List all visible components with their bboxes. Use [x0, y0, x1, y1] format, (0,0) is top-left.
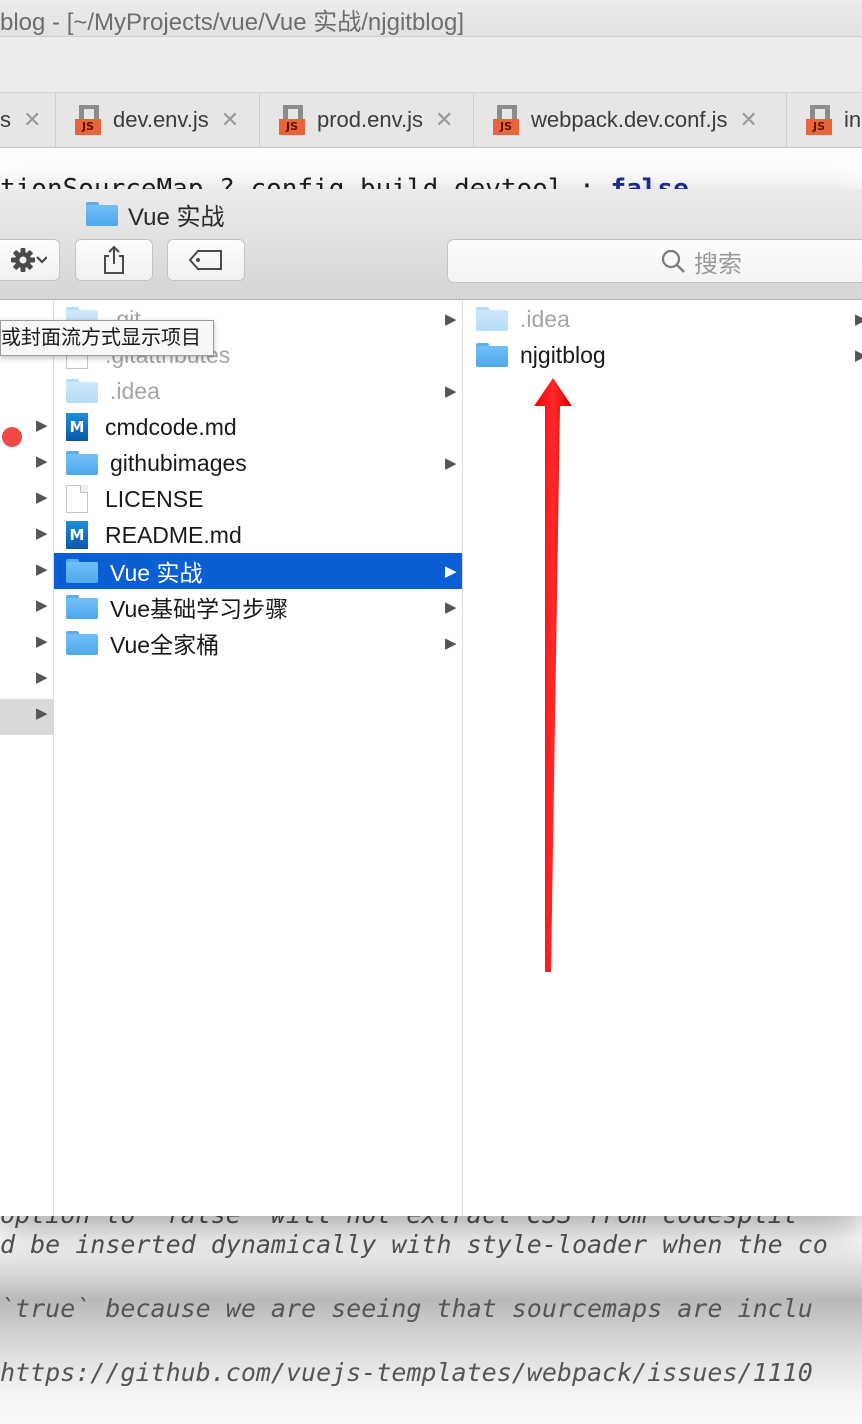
disclosure-arrow-icon[interactable]: ▶: [855, 310, 862, 328]
markdown-file-icon: M: [66, 413, 88, 441]
gear-icon: [11, 248, 47, 272]
disclosure-arrow-icon[interactable]: ▶: [36, 488, 48, 506]
ide-toolbar: [0, 37, 862, 93]
disclosure-arrow-icon[interactable]: ▶: [445, 310, 457, 328]
list-item-vue-shizhan[interactable]: Vue 实战 ▶: [54, 553, 462, 589]
disclosure-arrow-icon[interactable]: ▶: [445, 562, 457, 580]
finder-path-title[interactable]: Vue 实战: [86, 199, 225, 231]
code-comment-line: `true` because we are seeing that source…: [0, 1294, 813, 1323]
js-file-icon: JS: [493, 105, 519, 135]
ide-window-title-bar: blog - [~/MyProjects/vue/Vue 实战/njgitblo…: [0, 0, 862, 37]
search-placeholder: 搜索: [694, 250, 742, 278]
code-editor-bottom[interactable]: option to `false` will not extract CSS f…: [0, 1190, 862, 1424]
markdown-file-icon: M: [66, 521, 88, 549]
red-tag-dot: [2, 427, 22, 447]
disclosure-arrow-icon[interactable]: ▶: [445, 454, 457, 472]
file-icon: [66, 485, 88, 513]
disclosure-arrow-icon[interactable]: ▶: [36, 632, 48, 650]
list-item-readme[interactable]: M README.md: [54, 517, 462, 553]
tag-button[interactable]: [167, 239, 245, 281]
folder-icon: [66, 451, 98, 475]
code-editor-top[interactable]: tionSourceMap ? config.build.devtool : f…: [0, 148, 862, 192]
list-item-idea[interactable]: .idea ▶: [54, 373, 462, 409]
disclosure-arrow-icon[interactable]: ▶: [36, 452, 48, 470]
folder-icon: [476, 343, 508, 367]
folder-icon: [66, 379, 98, 403]
disclosure-arrow-icon[interactable]: ▶: [36, 704, 48, 722]
close-icon[interactable]: ✕: [739, 107, 757, 133]
folder-icon: [86, 202, 118, 226]
list-item-njgitblog[interactable]: njgitblog ▶: [463, 337, 862, 373]
disclosure-arrow-icon[interactable]: ▶: [445, 634, 457, 652]
list-item-githubimages[interactable]: githubimages ▶: [54, 445, 462, 481]
folder-icon: [66, 631, 98, 655]
js-file-icon: JS: [75, 105, 101, 135]
disclosure-arrow-icon[interactable]: ▶: [36, 596, 48, 614]
share-button[interactable]: [75, 239, 153, 281]
list-item-vue-family[interactable]: Vue全家桶 ▶: [54, 625, 462, 661]
search-icon: [661, 249, 685, 273]
finder-header: Vue 实战 搜索: [0, 189, 862, 300]
tab-label: webpack.dev.conf.js: [531, 107, 728, 132]
list-item-cmdcode[interactable]: M cmdcode.md: [54, 409, 462, 445]
close-icon[interactable]: ✕: [221, 107, 239, 133]
action-menu-button[interactable]: [0, 239, 60, 281]
disclosure-arrow-icon[interactable]: ▶: [36, 524, 48, 542]
folder-icon: [66, 559, 98, 583]
finder-title-label: Vue 实战: [128, 203, 225, 231]
disclosure-arrow-icon[interactable]: ▶: [855, 346, 862, 364]
search-field[interactable]: 搜索: [447, 239, 862, 283]
disclosure-arrow-icon[interactable]: ▶: [445, 598, 457, 616]
tab-label: prod.env.js: [317, 107, 423, 132]
code-comment-line: https://github.com/vuejs-templates/webpa…: [0, 1358, 813, 1387]
editor-tab-dev-env[interactable]: JS dev.env.js ✕: [55, 93, 260, 147]
view-mode-tooltip: 或封面流方式显示项目: [0, 320, 214, 356]
list-item-vue-basics[interactable]: Vue基础学习步骤 ▶: [54, 589, 462, 625]
tab-label: inc: [844, 107, 862, 132]
close-icon[interactable]: ✕: [435, 107, 453, 133]
close-icon[interactable]: ✕: [23, 107, 41, 133]
list-item-license[interactable]: LICENSE: [54, 481, 462, 517]
tab-label: s: [0, 107, 11, 132]
editor-tab-prod-env[interactable]: JS prod.env.js ✕: [259, 93, 474, 147]
editor-tab-webpack-dev-conf[interactable]: JS webpack.dev.conf.js ✕: [473, 93, 787, 147]
editor-tab-0[interactable]: s ✕: [0, 93, 56, 147]
disclosure-arrow-icon[interactable]: ▶: [36, 416, 48, 434]
folder-icon: [66, 595, 98, 619]
folder-icon: [476, 307, 508, 331]
editor-tab-index[interactable]: JS inc: [786, 93, 862, 147]
js-file-icon: JS: [279, 105, 305, 135]
js-file-icon: JS: [806, 105, 832, 135]
chevron-down-icon: [36, 256, 47, 264]
disclosure-arrow-icon[interactable]: ▶: [36, 668, 48, 686]
disclosure-arrow-icon[interactable]: ▶: [445, 382, 457, 400]
tab-label: dev.env.js: [113, 107, 209, 132]
disclosure-arrow-icon[interactable]: ▶: [36, 560, 48, 578]
browser-column-1[interactable]: ▶ ▶ ▶ ▶ ▶ ▶ ▶ ▶ ▶: [0, 300, 54, 1216]
tag-icon: [188, 250, 222, 270]
ide-window-title: blog - [~/MyProjects/vue/Vue 实战/njgitblo…: [0, 9, 464, 36]
editor-tab-bar: s ✕ JS dev.env.js ✕ JS prod.env.js ✕ JS …: [0, 93, 862, 148]
code-comment-line: d be inserted dynamically with style-loa…: [0, 1230, 828, 1259]
list-item-idea[interactable]: .idea ▶: [463, 301, 862, 337]
share-icon: [104, 245, 124, 274]
browser-column-2[interactable]: .git ▶ .gitattributes .idea ▶ M cmdcode.…: [54, 300, 463, 1216]
browser-column-3[interactable]: .idea ▶ njgitblog ▶: [463, 300, 862, 1216]
